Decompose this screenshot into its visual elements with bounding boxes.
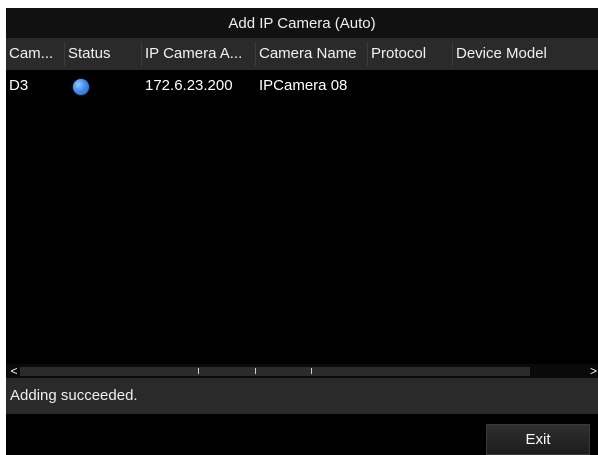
dialog-footer: Exit: [6, 414, 598, 455]
cell-protocol: [368, 70, 452, 102]
scroll-right-arrow-icon[interactable]: >: [590, 364, 598, 378]
column-header-camera-name[interactable]: Camera Name: [256, 38, 367, 70]
status-dot-icon: [73, 79, 89, 95]
horizontal-scrollbar[interactable]: < >: [6, 364, 598, 378]
status-message: Adding succeeded.: [10, 387, 138, 404]
table-header: Cam... Status IP Camera A... Camera Name…: [6, 38, 598, 70]
cell-device-model: [453, 70, 598, 102]
table-row[interactable]: D3 172.6.23.200 IPCamera 08: [6, 70, 598, 102]
dialog-title-text: Add IP Camera (Auto): [228, 14, 376, 32]
cell-ip-address: 172.6.23.200: [145, 77, 233, 94]
exit-button[interactable]: Exit: [486, 424, 590, 455]
status-bar: Adding succeeded.: [6, 378, 598, 414]
column-header-camera[interactable]: Cam...: [6, 38, 64, 70]
scroll-left-arrow-icon[interactable]: <: [8, 364, 20, 378]
scroll-tick-mark: [311, 368, 312, 374]
scroll-tick-mark: [255, 368, 256, 374]
column-header-device-model[interactable]: Device Model: [453, 38, 598, 70]
column-header-status[interactable]: Status: [65, 38, 141, 70]
scroll-tick-mark: [198, 368, 199, 374]
column-header-protocol[interactable]: Protocol: [368, 38, 452, 70]
column-header-ip-address[interactable]: IP Camera A...: [142, 38, 255, 70]
add-ip-camera-dialog: Add IP Camera (Auto) Cam... Status IP Ca…: [6, 8, 598, 455]
cell-camera: D3: [9, 77, 29, 94]
cell-camera-name: IPCamera 08: [259, 77, 348, 94]
camera-list: D3 172.6.23.200 IPCamera 08: [6, 70, 598, 372]
dialog-title: Add IP Camera (Auto): [6, 8, 598, 39]
scrollbar-thumb[interactable]: [20, 367, 530, 376]
